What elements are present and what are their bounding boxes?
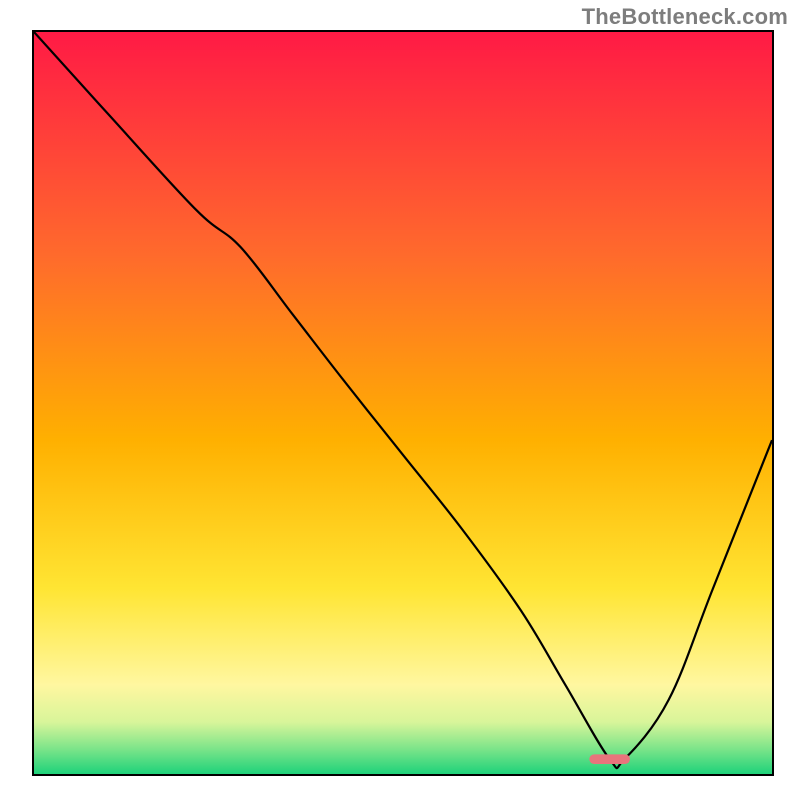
chart-svg [34, 32, 772, 774]
watermark-label: TheBottleneck.com [582, 4, 788, 30]
plot-area [32, 30, 774, 776]
chart-wrap: TheBottleneck.com [0, 0, 800, 800]
marker-pill [589, 754, 630, 764]
gradient-background [34, 32, 772, 774]
